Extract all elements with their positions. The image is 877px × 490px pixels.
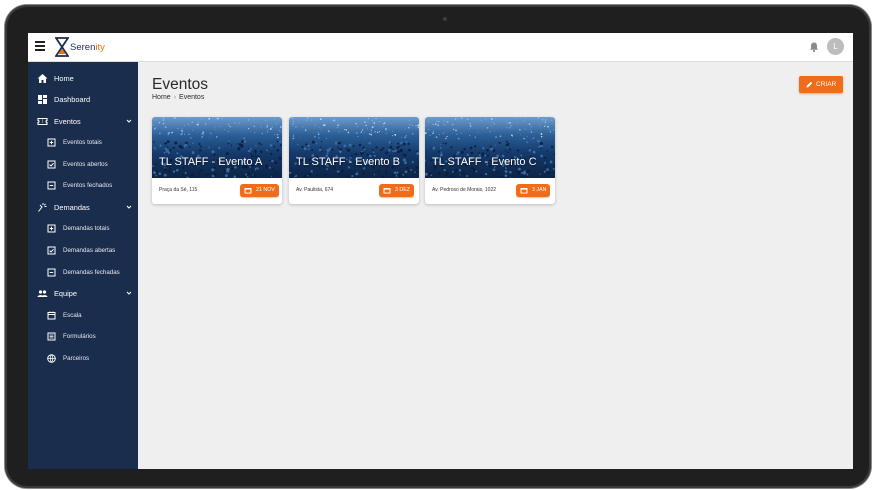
brand-prefix: Seren	[70, 42, 96, 53]
create-button[interactable]: CRIAR	[799, 76, 843, 93]
event-date-badge: 3 DEZ	[379, 184, 415, 197]
event-date-badge: 3 JAN	[516, 184, 551, 197]
breadcrumb: Home › Eventos	[152, 94, 204, 101]
sidebar-item-eventos-abertos[interactable]: Eventos abertos	[28, 156, 138, 174]
event-date-text: 21 NOV	[256, 187, 275, 193]
minus-box-icon	[47, 181, 56, 190]
sidebar-item-eventos[interactable]: Eventos	[28, 113, 138, 131]
bell-icon[interactable]	[808, 41, 820, 53]
sidebar-item-label: Demandas	[54, 203, 90, 212]
calendar-icon	[244, 188, 252, 194]
page-title: Eventos	[152, 76, 209, 93]
event-card-image	[152, 117, 282, 178]
sidebar-item-demandas[interactable]: Demandas	[28, 199, 138, 217]
tasks-icon	[38, 203, 47, 212]
event-card-address: Av. Paulista, 674	[296, 187, 334, 193]
sidebar-item-demandas-totais[interactable]: Demandas totais	[28, 220, 138, 238]
crowd-image	[152, 117, 282, 178]
pencil-icon	[806, 81, 813, 88]
event-card-image	[289, 117, 419, 178]
sidebar-item-label: Demandas abertas	[63, 247, 116, 254]
ticket-icon	[37, 117, 48, 126]
event-date-text: 3 DEZ	[395, 187, 411, 193]
top-app-bar: Serenity L	[28, 33, 853, 62]
create-button-label: CRIAR	[816, 81, 837, 88]
brand-name: Serenity	[70, 42, 105, 53]
sidebar-item-formularios[interactable]: Formulários	[28, 328, 138, 346]
sidebar-item-label: Eventos abertos	[63, 161, 108, 168]
sidebar-item-label: Home	[54, 74, 74, 83]
plus-box-icon	[47, 224, 56, 233]
chevron-down-icon	[126, 205, 132, 209]
event-date-text: 3 JAN	[532, 187, 547, 193]
event-card-title: TL STAFF - Evento A	[159, 156, 263, 168]
breadcrumb-current: Eventos	[179, 94, 205, 101]
event-card[interactable]: TL STAFF - Evento B Av. Paulista, 674 3 …	[289, 117, 419, 204]
sidebar-item-eventos-totais[interactable]: Eventos totais	[28, 134, 138, 152]
sidebar-item-label: Eventos fechados	[63, 182, 113, 189]
event-card-image	[425, 117, 555, 178]
plus-box-icon	[47, 138, 56, 147]
event-card[interactable]: TL STAFF - Evento C Av. Pedroso de Morai…	[425, 117, 555, 204]
sidebar-item-equipe[interactable]: Equipe	[28, 285, 138, 303]
camera-dot	[443, 17, 447, 21]
event-card-address: Av. Pedroso de Morais, 1022	[432, 187, 497, 193]
chevron-down-icon	[126, 119, 132, 123]
sidebar-item-parceiros[interactable]: Parceiros	[28, 350, 138, 368]
sidebar-item-label: Eventos totais	[63, 139, 102, 146]
group-icon	[37, 290, 48, 297]
event-card-title: TL STAFF - Evento B	[296, 156, 400, 168]
list-icon	[47, 332, 56, 341]
user-avatar[interactable]: L	[827, 38, 844, 55]
app-screen: Serenity L Home Dashboard Eventos Evento…	[28, 33, 853, 469]
sidebar-item-dashboard[interactable]: Dashboard	[28, 91, 138, 109]
minus-box-icon	[47, 268, 56, 277]
sidebar-item-label: Eventos	[54, 117, 81, 126]
check-box-icon	[47, 246, 56, 255]
sidebar-item-eventos-fechados[interactable]: Eventos fechados	[28, 177, 138, 195]
chevron-down-icon	[126, 291, 132, 295]
sidebar-item-label: Parceiros	[63, 355, 90, 362]
event-card-title: TL STAFF - Evento C	[432, 156, 537, 168]
calendar-icon	[47, 311, 56, 320]
sidebar-item-demandas-abertas[interactable]: Demandas abertas	[28, 242, 138, 260]
sidebar: Home Dashboard Eventos Eventos totais Ev…	[28, 62, 138, 469]
event-date-badge: 21 NOV	[240, 184, 279, 197]
sidebar-item-home[interactable]: Home	[28, 70, 138, 88]
breadcrumb-home-link[interactable]: Home	[152, 94, 171, 101]
check-box-icon	[47, 160, 56, 169]
home-icon	[37, 74, 48, 83]
crowd-image	[289, 117, 419, 178]
calendar-icon	[520, 188, 528, 194]
sidebar-item-label: Escala	[63, 312, 82, 319]
sidebar-item-demandas-fechadas[interactable]: Demandas fechadas	[28, 264, 138, 282]
sidebar-item-label: Demandas fechadas	[63, 269, 120, 276]
crowd-image	[425, 117, 555, 178]
sidebar-item-label: Formulários	[63, 333, 96, 340]
globe-icon	[47, 354, 56, 363]
calendar-icon	[383, 188, 391, 194]
hourglass-logo-icon	[55, 37, 69, 57]
event-card[interactable]: TL STAFF - Evento A Praça da Sé, 115 21 …	[152, 117, 282, 204]
dashboard-icon	[38, 95, 47, 104]
sidebar-item-label: Equipe	[54, 289, 78, 298]
breadcrumb-separator: ›	[173, 94, 177, 101]
sidebar-item-label: Demandas totais	[63, 225, 110, 232]
brand-suffix: ity	[95, 42, 105, 53]
menu-icon[interactable]	[35, 41, 45, 51]
sidebar-item-label: Dashboard	[54, 95, 91, 104]
event-card-address: Praça da Sé, 115	[159, 187, 198, 193]
sidebar-item-escala[interactable]: Escala	[28, 307, 138, 325]
